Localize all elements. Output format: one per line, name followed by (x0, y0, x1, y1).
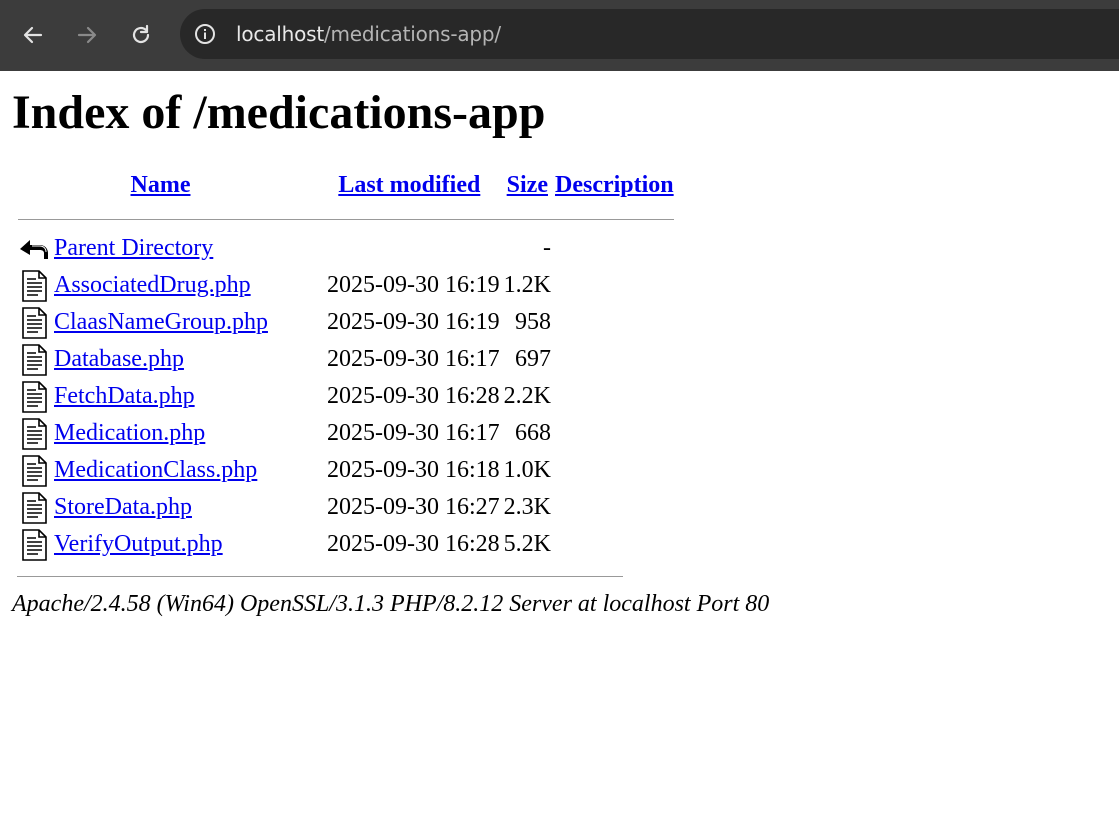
directory-listing: Name Last modified Size Description Pare… (14, 161, 678, 564)
description-cell (555, 268, 674, 303)
column-description-header[interactable]: Description (555, 163, 674, 207)
reload-button[interactable] (124, 18, 158, 52)
column-name-header[interactable]: Name (18, 163, 323, 207)
site-info-icon[interactable] (194, 23, 216, 45)
url-path: /medications-app/ (323, 22, 501, 46)
text-file-icon (22, 491, 47, 524)
divider (18, 218, 674, 220)
size-cell: 2.3K (503, 494, 551, 520)
description-cell (555, 305, 674, 340)
size-cell: 2.2K (503, 383, 551, 409)
arrow-right-icon (77, 26, 97, 44)
separator-row (18, 209, 674, 229)
file-row: AssociatedDrug.php 2025-09-30 16:19 1.2K (18, 268, 674, 303)
description-cell (555, 490, 674, 525)
size-cell: 668 (515, 420, 551, 446)
file-link[interactable]: AssociatedDrug.php (54, 272, 251, 298)
server-signature: Apache/2.4.58 (Win64) OpenSSL/3.1.3 PHP/… (12, 591, 770, 617)
text-file-icon (22, 528, 47, 561)
file-link[interactable]: FetchData.php (54, 383, 195, 409)
text-file-icon (22, 380, 47, 413)
file-row: ClaasNameGroup.php 2025-09-30 16:19 958 (18, 305, 674, 340)
forward-button[interactable] (70, 18, 104, 52)
sort-by-description-link[interactable]: Description (555, 172, 674, 198)
page-content: Index of /medications-app Name Last modi… (0, 85, 1119, 618)
file-row: VerifyOutput.php 2025-09-30 16:28 5.2K (18, 527, 674, 562)
size-cell: 5.2K (503, 531, 551, 557)
file-link[interactable]: VerifyOutput.php (54, 531, 223, 557)
sort-by-size-link[interactable]: Size (507, 172, 548, 198)
modified-cell: 2025-09-30 16:17 (327, 420, 500, 446)
description-cell (555, 527, 674, 562)
column-modified-header[interactable]: Last modified (327, 163, 500, 207)
modified-cell: 2025-09-30 16:19 (327, 309, 500, 335)
size-cell: - (543, 235, 551, 261)
text-file-icon (22, 454, 47, 487)
description-cell (555, 342, 674, 377)
size-cell: 697 (515, 346, 551, 372)
text-file-icon (22, 417, 47, 450)
text-file-icon (22, 269, 47, 302)
parent-directory-link[interactable]: Parent Directory (54, 235, 213, 261)
description-cell (555, 453, 674, 488)
modified-cell: 2025-09-30 16:18 (327, 457, 500, 483)
url-text[interactable]: localhost/medications-app/ (236, 21, 501, 47)
modified-cell: 2025-09-30 16:28 (327, 383, 500, 409)
arrow-left-icon (23, 26, 43, 44)
file-link[interactable]: StoreData.php (54, 494, 192, 520)
sort-by-modified-link[interactable]: Last modified (338, 172, 480, 198)
table-header-row: Name Last modified Size Description (18, 163, 674, 207)
back-button[interactable] (16, 18, 50, 52)
description-cell (555, 416, 674, 451)
text-file-icon (22, 306, 47, 339)
size-cell: 1.2K (503, 272, 551, 298)
size-cell: 1.0K (503, 457, 551, 483)
reload-icon (132, 24, 150, 44)
address-bar[interactable]: localhost/medications-app/ (180, 9, 1119, 59)
parent-directory-row: Parent Directory - (18, 231, 674, 266)
file-row: Medication.php 2025-09-30 16:17 668 (18, 416, 674, 451)
modified-cell: 2025-09-30 16:28 (327, 531, 500, 557)
modified-cell (327, 231, 500, 266)
modified-cell: 2025-09-30 16:17 (327, 346, 500, 372)
sort-by-name-link[interactable]: Name (131, 172, 191, 198)
file-row: StoreData.php 2025-09-30 16:27 2.3K (18, 490, 674, 525)
divider (17, 576, 623, 577)
file-row: Database.php 2025-09-30 16:17 697 (18, 342, 674, 377)
url-host: localhost (236, 22, 324, 46)
description-cell (555, 231, 674, 266)
back-icon (20, 239, 48, 259)
file-link[interactable]: MedicationClass.php (54, 457, 257, 483)
browser-toolbar: localhost/medications-app/ (0, 0, 1119, 71)
modified-cell: 2025-09-30 16:19 (327, 272, 500, 298)
file-link[interactable]: ClaasNameGroup.php (54, 309, 268, 335)
file-link[interactable]: Medication.php (54, 420, 205, 446)
modified-cell: 2025-09-30 16:27 (327, 494, 500, 520)
text-file-icon (22, 343, 47, 376)
description-cell (555, 379, 674, 414)
file-link[interactable]: Database.php (54, 346, 184, 372)
page-title: Index of /medications-app (12, 86, 546, 139)
file-row: MedicationClass.php 2025-09-30 16:18 1.0K (18, 453, 674, 488)
size-cell: 958 (515, 309, 551, 335)
column-size-header[interactable]: Size (504, 163, 551, 207)
file-row: FetchData.php 2025-09-30 16:28 2.2K (18, 379, 674, 414)
